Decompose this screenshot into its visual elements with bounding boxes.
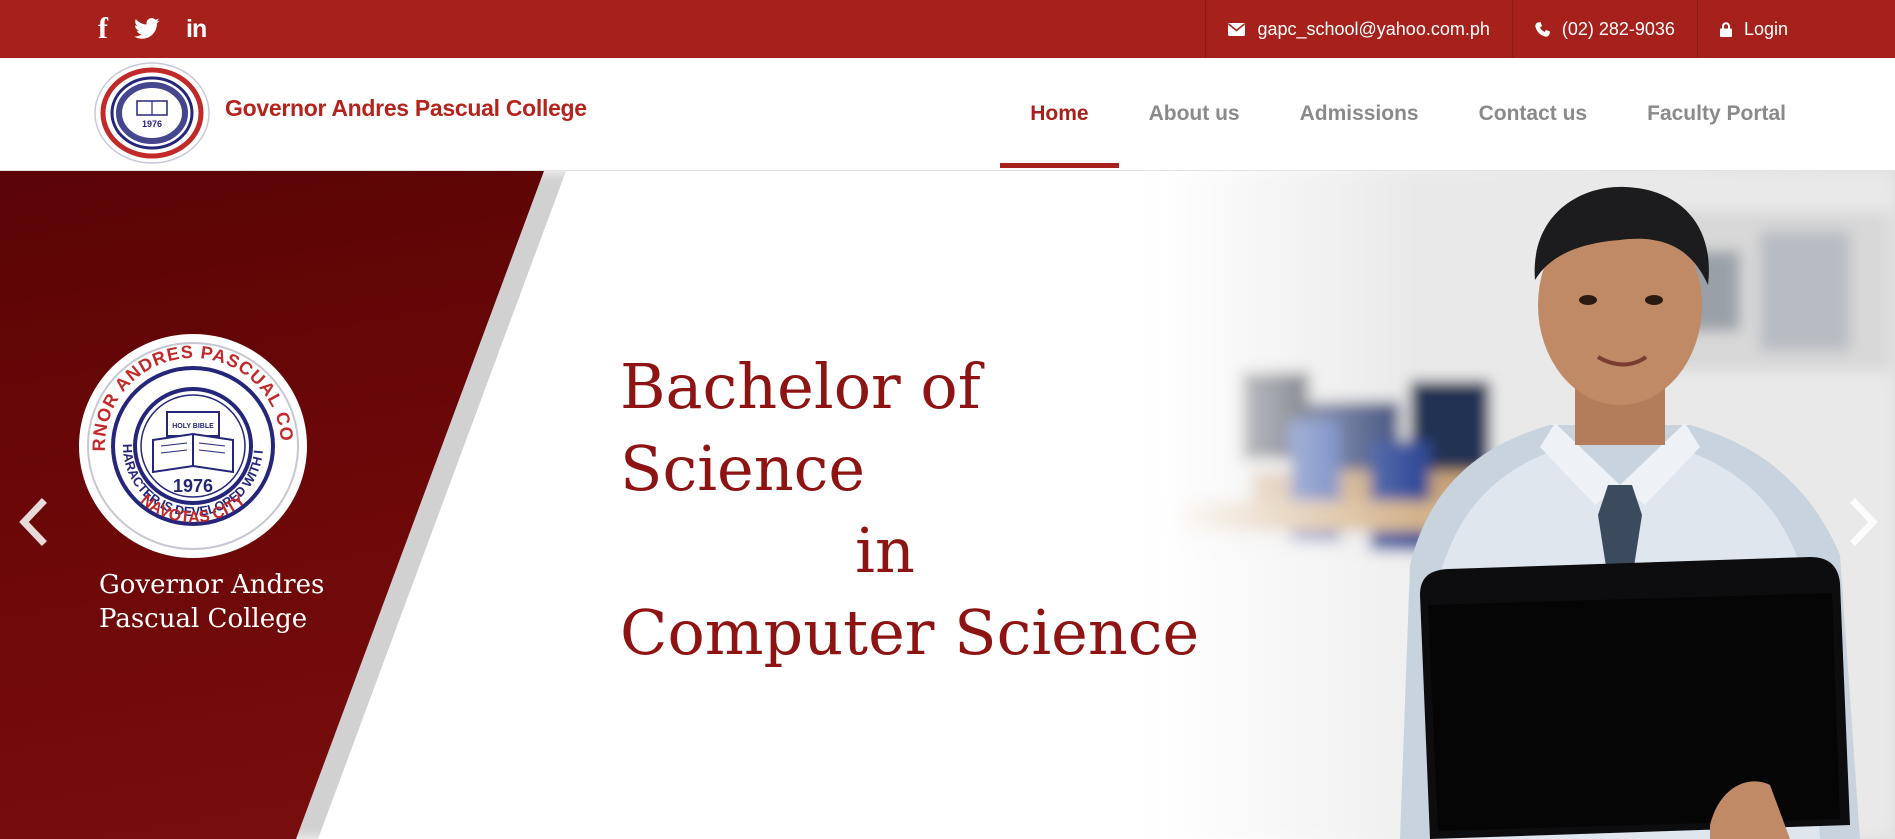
- slider-next-arrow-icon[interactable]: [1845, 489, 1885, 549]
- panel-name-line-2: Pascual College: [99, 604, 308, 634]
- svg-text:1976: 1976: [142, 119, 162, 129]
- lock-icon: [1719, 21, 1732, 37]
- top-bar: f in gapc_school@yahoo.com.ph (02) 282-9…: [0, 0, 1895, 58]
- phone-link[interactable]: (02) 282-9036: [1511, 0, 1697, 58]
- main-menu: Home About us Admissions Contact us Facu…: [1000, 58, 1895, 170]
- svg-text:1976: 1976: [173, 476, 213, 496]
- contact-strip: gapc_school@yahoo.com.ph (02) 282-9036 L…: [1205, 0, 1895, 58]
- email-text: gapc_school@yahoo.com.ph: [1257, 18, 1490, 39]
- panel-name-line-1: Governor Andres: [99, 570, 325, 600]
- program-headline: Bachelor of Science in Computer Science: [560, 346, 1220, 674]
- hero-slider: GOVERNOR ANDRES PASCUAL COLLEGE WHERE CH…: [0, 171, 1895, 839]
- social-links: f in: [98, 0, 207, 58]
- svg-text:HOLY BIBLE: HOLY BIBLE: [172, 423, 214, 430]
- college-name[interactable]: Governor Andres Pascual College: [225, 95, 587, 122]
- college-seal-large: GOVERNOR ANDRES PASCUAL COLLEGE WHERE CH…: [69, 316, 309, 565]
- panel-college-name: Governor Andres Pascual College: [99, 568, 359, 636]
- nav-contact-us[interactable]: Contact us: [1449, 58, 1618, 170]
- login-text: Login: [1743, 18, 1788, 39]
- headline-line-3: Computer Science: [620, 596, 1200, 669]
- phone-icon: [1535, 21, 1550, 37]
- phone-text: (02) 282-9036: [1561, 18, 1675, 39]
- linkedin-icon[interactable]: in: [186, 15, 207, 44]
- twitter-icon[interactable]: [134, 18, 160, 40]
- nav-faculty-portal[interactable]: Faculty Portal: [1617, 58, 1895, 170]
- nav-admissions[interactable]: Admissions: [1270, 58, 1449, 170]
- nav-about-us[interactable]: About us: [1119, 58, 1270, 170]
- slider-prev-arrow-icon[interactable]: [12, 489, 52, 549]
- envelope-icon: [1228, 22, 1246, 36]
- facebook-icon[interactable]: f: [98, 14, 108, 44]
- login-link[interactable]: Login: [1696, 0, 1895, 58]
- headline-line-2: in: [855, 514, 915, 587]
- nav-home[interactable]: Home: [1000, 58, 1119, 170]
- college-seal-logo[interactable]: 1976: [93, 61, 211, 170]
- email-link[interactable]: gapc_school@yahoo.com.ph: [1205, 0, 1511, 58]
- headline-line-1: Bachelor of Science: [620, 350, 981, 505]
- student-with-laptop-image: [1400, 186, 1860, 839]
- main-navbar: 1976 Governor Andres Pascual College Hom…: [0, 58, 1895, 171]
